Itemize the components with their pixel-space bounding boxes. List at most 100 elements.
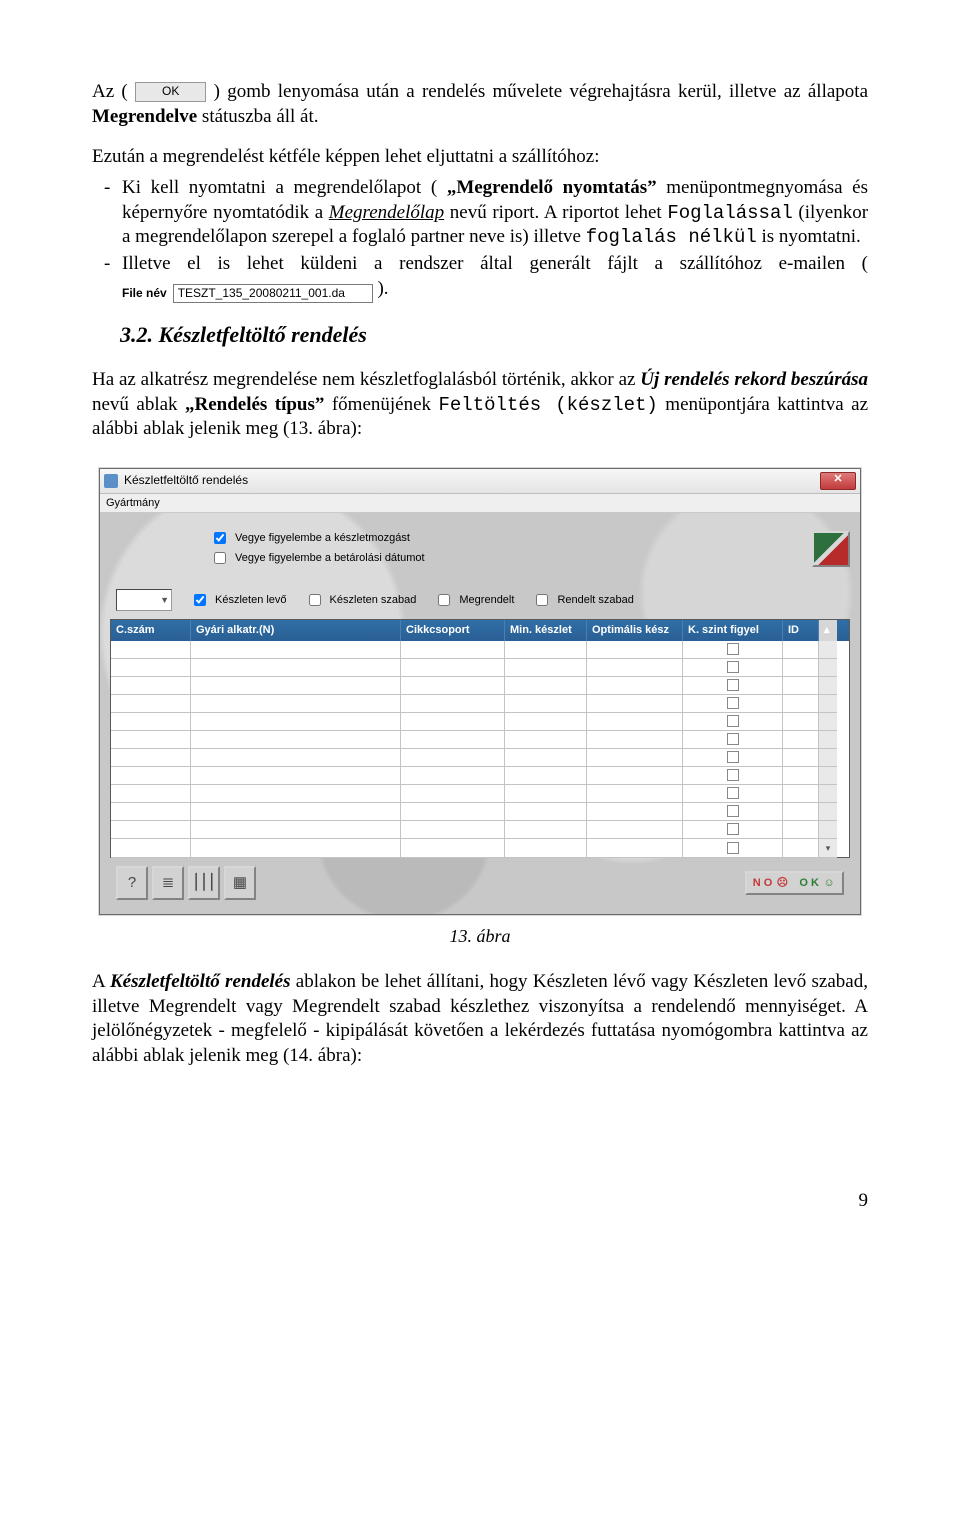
checkbox-label: Vegye figyelembe a betárolási dátumot [235,551,425,565]
checkbox-label: Megrendelt [459,593,514,607]
text: Ki kell nyomtatni a megrendelőlapot ( [122,177,437,198]
paragraph-ok-sentence: Az ( OK ) gomb lenyomása után a rendelés… [92,80,868,129]
text: státuszba áll át. [202,106,319,127]
checkbox-input[interactable] [438,594,450,606]
checkbox-label: Vegye figyelembe a készletmozgást [235,531,410,545]
col-cszam[interactable]: C.szám [111,620,191,640]
ok-button[interactable]: O K ☺ [799,876,836,890]
titlebar: Készletfeltöltő rendelés ✕ [100,469,860,494]
paragraph-lead: Ezután a megrendelést kétféle képpen leh… [92,145,868,170]
checkbox-rendelt-szabad[interactable]: Rendelt szabad [532,591,633,609]
row-checkbox[interactable] [727,679,739,691]
menu-item-gyartmany[interactable]: Gyártmány [106,497,160,509]
section-title: Készletfeltöltő rendelés [159,322,367,347]
table-row[interactable] [111,641,849,659]
window-body: Vegye figyelembe a készletmozgást Vegye … [100,513,860,913]
text: A [92,971,110,992]
checkbox-label: Rendelt szabad [557,593,633,607]
col-cikkcsoport[interactable]: Cikkcsoport [401,620,505,640]
row-checkbox[interactable] [727,733,739,745]
text: is nyomtatni. [762,226,861,247]
table-row[interactable] [111,731,849,749]
checkbox-label: Készleten szabad [330,593,417,607]
text: főmenüjének [332,394,439,415]
table-row[interactable] [111,785,849,803]
happy-face-icon: ☺ [822,876,836,890]
filter-dropdown[interactable]: ▼ [116,589,172,611]
col-id[interactable]: ID [783,620,819,640]
checkbox-input[interactable] [214,532,226,544]
checkbox-keszleten-szabad[interactable]: Készleten szabad [305,591,417,609]
mono-term: foglalás nélkül [586,226,757,248]
table-row[interactable] [111,677,849,695]
table-row[interactable] [111,659,849,677]
checkbox-input[interactable] [194,594,206,606]
row-checkbox[interactable] [727,661,739,673]
run-query-button[interactable] [812,531,850,567]
list-item: Ki kell nyomtatni a megrendelőlapot ( „M… [122,176,868,250]
table-row[interactable] [111,821,849,839]
grid-header: C.szám Gyári alkatr.(N) Cikkcsoport Min.… [111,620,849,640]
no-ok-button-group: N O ☹ O K ☺ [745,871,844,895]
toolbar-button-columns[interactable]: ⎮⎮⎮ [188,866,220,900]
checkbox-keszleten-levo[interactable]: Készleten levő [190,591,287,609]
checkbox-keszletmozgas[interactable]: Vegye figyelembe a készletmozgást [210,529,425,547]
toolbar-button-grid[interactable]: ▦ [224,866,256,900]
text: nevű riport. A riportot lehet [450,202,668,223]
section-number: 3.2. [120,322,153,347]
row-checkbox[interactable] [727,697,739,709]
col-optimalis[interactable]: Optimális kész [587,620,683,640]
table-row[interactable] [111,713,849,731]
sad-face-icon: ☹ [775,876,789,890]
mono-term: Feltöltés (készlet) [439,394,658,416]
table-row[interactable] [111,695,849,713]
status-word: Megrendelve [92,106,197,127]
section-heading: 3.2. Készletfeltöltő rendelés [120,321,868,350]
checkbox-input[interactable] [536,594,548,606]
file-name-field[interactable]: TESZT_135_20080211_001.da [173,284,373,304]
paragraph: A Készletfeltöltő rendelés ablakon be le… [92,970,868,1069]
scroll-down-icon[interactable]: ▾ [819,839,837,858]
ok-label: O K [799,877,819,889]
no-label: N O [753,877,773,889]
text: nevű ablak [92,394,185,415]
row-checkbox[interactable] [727,715,739,727]
checkbox-betarolasi-datum[interactable]: Vegye figyelembe a betárolási dátumot [210,549,425,567]
table-row[interactable] [111,767,849,785]
col-gyari-alkatr[interactable]: Gyári alkatr.(N) [191,620,401,640]
window-title: Készletfeltöltő rendelés [124,473,820,489]
text: Ha az alkatrész megrendelése nem készlet… [92,369,640,390]
ok-button-inline[interactable]: OK [135,82,206,102]
row-checkbox[interactable] [727,842,739,854]
grid-body: ▾ [111,641,849,857]
row-checkbox[interactable] [727,787,739,799]
row-checkbox[interactable] [727,805,739,817]
window-name: Készletfeltöltő rendelés [110,971,291,992]
toolbar-button-lines[interactable]: ≣ [152,866,184,900]
text: ) gomb lenyomása után a rendelés művelet… [214,81,868,102]
figure-caption: 13. ábra [92,925,868,948]
list-item: Illetve el is lehet küldeni a rendszer á… [122,252,868,303]
cancel-button[interactable]: N O ☹ [753,876,790,890]
row-checkbox[interactable] [727,823,739,835]
text: Illetve el is lehet küldeni a rendszer á… [122,253,868,274]
table-row[interactable]: ▾ [111,839,849,857]
row-checkbox[interactable] [727,751,739,763]
row-checkbox[interactable] [727,769,739,781]
menubar: Gyártmány [100,494,860,513]
checkbox-input[interactable] [309,594,321,606]
col-kszint-figyel[interactable]: K. szint figyel [683,620,783,640]
col-min-keszlet[interactable]: Min. készlet [505,620,587,640]
close-button[interactable]: ✕ [820,472,856,490]
paragraph: Ha az alkatrész megrendelése nem készlet… [92,368,868,442]
scroll-up-icon[interactable]: ▴ [819,620,837,640]
row-checkbox[interactable] [727,643,739,655]
table-row[interactable] [111,803,849,821]
checkbox-megrendelt[interactable]: Megrendelt [434,591,514,609]
app-window: Készletfeltöltő rendelés ✕ Gyártmány Veg… [99,468,861,915]
table-row[interactable] [111,749,849,767]
data-grid: C.szám Gyári alkatr.(N) Cikkcsoport Min.… [110,619,850,857]
checkbox-input[interactable] [214,552,226,564]
help-button[interactable]: ? [116,866,148,900]
bottom-toolbar: ? ≣ ⎮⎮⎮ ▦ N O ☹ O K ☺ [110,858,850,902]
